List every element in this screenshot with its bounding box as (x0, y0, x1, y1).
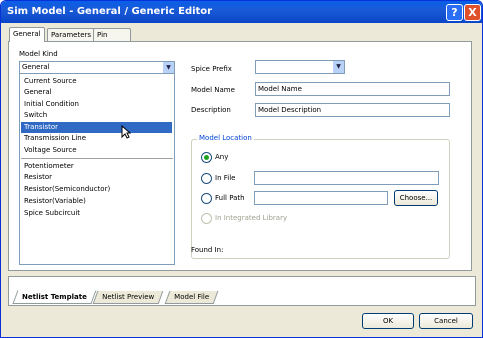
ok-button[interactable]: OK (362, 313, 414, 329)
window-title: Sim Model - General / Generic Editor (7, 6, 213, 17)
cancel-button[interactable]: Cancel (419, 313, 473, 329)
list-item[interactable]: Potentiometer (24, 162, 74, 170)
model-name-field[interactable]: Model Name (255, 82, 450, 96)
list-item[interactable]: Spice Subcircuit (24, 209, 80, 217)
tab-netlist-preview-label: Netlist Preview (102, 293, 155, 301)
list-divider (21, 158, 173, 159)
radio-any[interactable] (201, 152, 212, 163)
description-label: Description (191, 106, 231, 114)
tab-model-file[interactable]: Model File (164, 291, 219, 304)
list-item[interactable]: Transmission Line (24, 134, 86, 142)
title-bar[interactable]: Sim Model - General / Generic Editor ? X (1, 1, 482, 23)
tab-parameters[interactable]: Parameters (47, 28, 96, 41)
help-button[interactable]: ? (446, 4, 463, 21)
list-item[interactable]: Resistor (24, 173, 52, 181)
in-file-field[interactable] (254, 171, 439, 185)
radio-any-label: Any (215, 153, 229, 161)
model-kind-label: Model Kind (19, 50, 58, 58)
list-item[interactable]: Initial Condition (24, 100, 79, 108)
full-path-field[interactable] (254, 191, 388, 205)
tab-pin-mapping[interactable]: Pin Mapping (93, 28, 132, 51)
radio-integrated-library (201, 213, 212, 224)
tab-general[interactable]: General (9, 27, 45, 42)
list-item[interactable]: Resistor(Variable) (24, 197, 86, 205)
close-button[interactable]: X (464, 4, 481, 21)
choose-button[interactable]: Choose... (394, 190, 438, 206)
netlist-tab-area: Netlist Template Netlist Preview Model F… (8, 276, 476, 306)
tab-model-file-label: Model File (174, 293, 210, 301)
radio-in-file[interactable] (201, 173, 212, 184)
model-kind-value: General (22, 63, 50, 71)
model-kind-list[interactable]: Current Source General Initial Condition… (19, 73, 175, 265)
model-name-label: Model Name (191, 86, 235, 94)
list-item[interactable]: General (24, 88, 52, 96)
list-item[interactable]: Switch (24, 111, 47, 119)
list-item[interactable]: Voltage Source (24, 146, 77, 154)
description-field[interactable]: Model Description (255, 103, 450, 117)
chevron-down-icon[interactable]: ▼ (333, 61, 344, 73)
tab-netlist-template-label: Netlist Template (22, 293, 87, 301)
radio-full-path-label: Full Path (215, 194, 245, 202)
found-in-label: Found In: (191, 246, 224, 254)
list-item[interactable]: Current Source (24, 77, 77, 85)
sim-model-dialog: Sim Model - General / Generic Editor ? X… (0, 0, 483, 338)
tab-netlist-template[interactable]: Netlist Template (12, 290, 97, 304)
chevron-down-icon[interactable]: ▼ (163, 62, 174, 73)
list-item[interactable]: Resistor(Semiconductor) (24, 185, 110, 193)
tab-netlist-preview[interactable]: Netlist Preview (92, 291, 164, 304)
mouse-cursor-icon (121, 125, 131, 139)
spice-prefix-label: Spice Prefix (191, 65, 232, 73)
model-location-label: Model Location (197, 134, 254, 142)
radio-integrated-library-label: In Integrated Library (215, 214, 288, 222)
list-item-selected[interactable]: Transistor (21, 122, 172, 133)
radio-in-file-label: In File (215, 174, 236, 182)
spice-prefix-select[interactable]: ▼ (255, 60, 345, 74)
radio-full-path[interactable] (201, 193, 212, 204)
